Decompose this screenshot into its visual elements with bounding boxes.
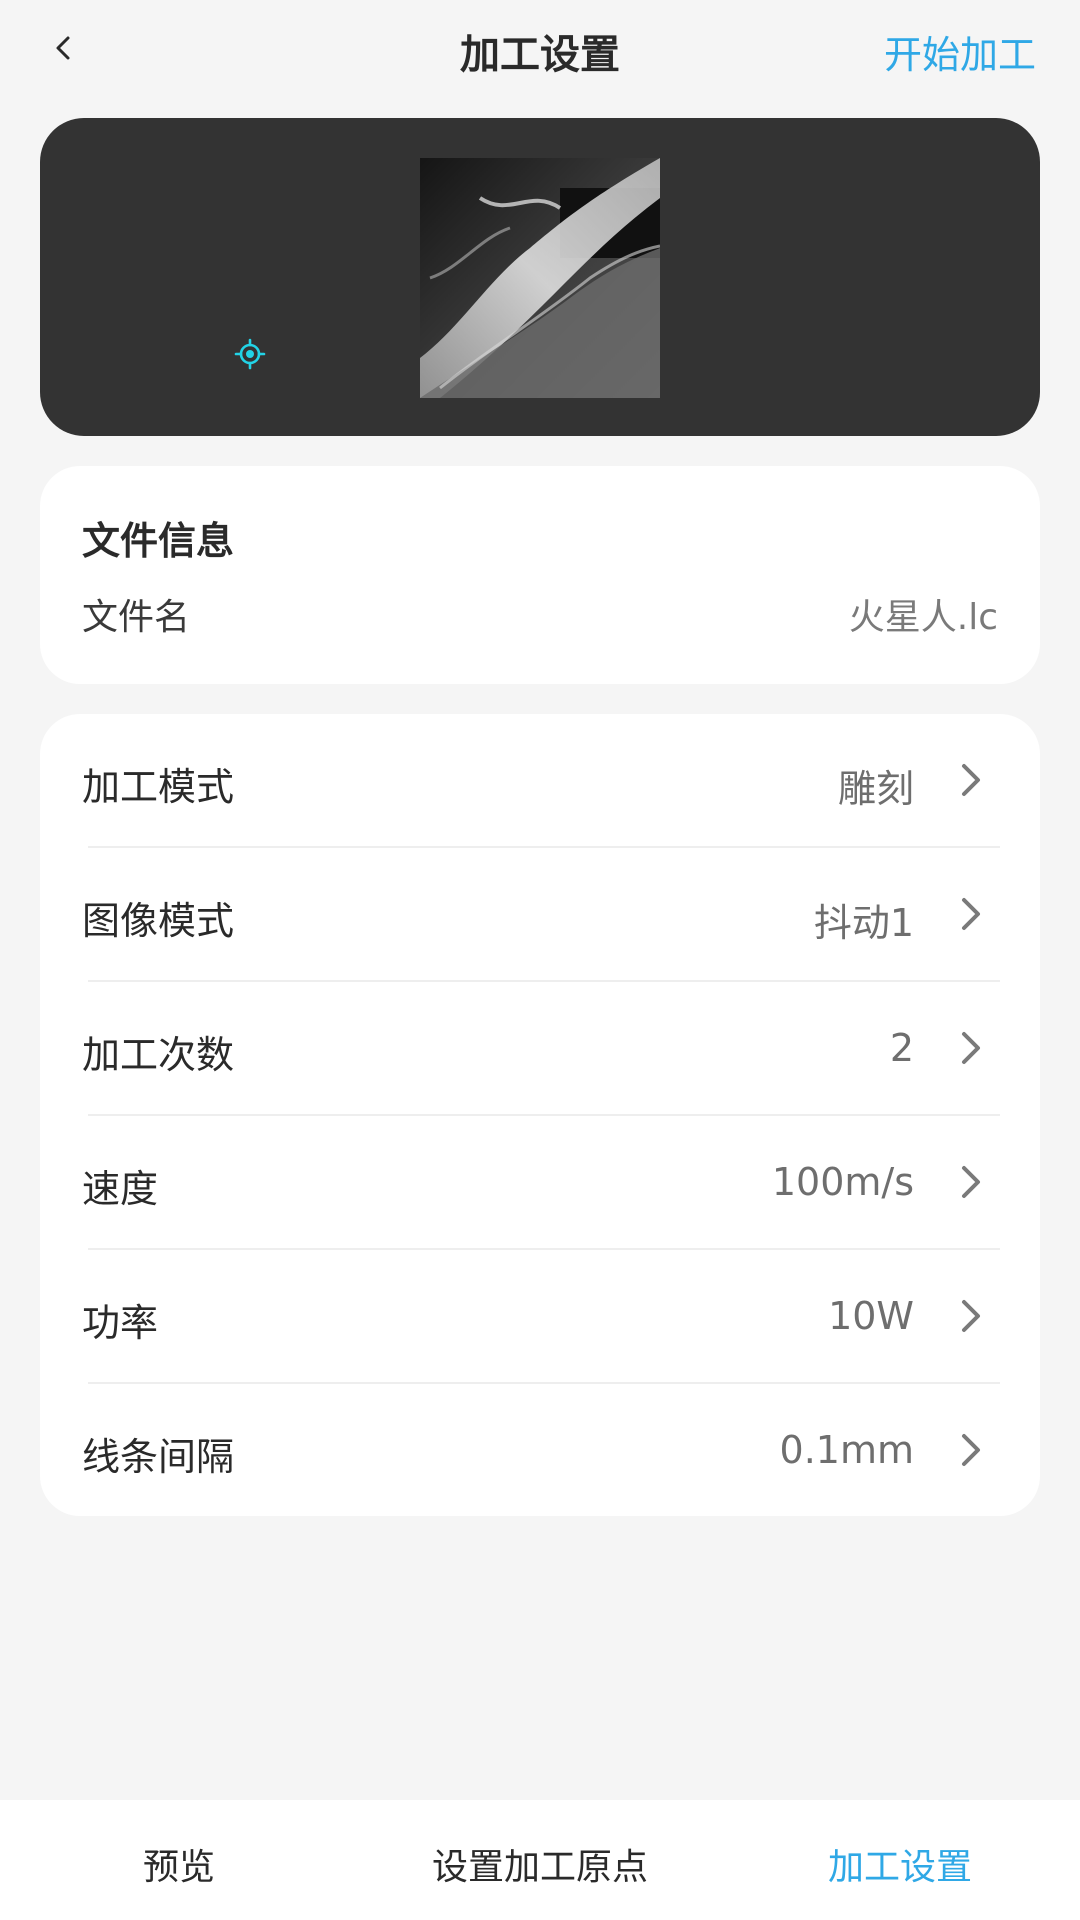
ocean-waves-image <box>420 158 660 398</box>
file-name-value: 火星人.lc <box>848 597 998 638</box>
file-info-card: 文件信息 文件名 火星人.lc <box>40 466 1040 684</box>
chevron-right-icon <box>962 1166 980 1198</box>
setting-value: 2 <box>889 1026 914 1070</box>
header-bar: 加工设置 开始加工 <box>0 0 1080 96</box>
tab-set-origin[interactable]: 设置加工原点 <box>432 1838 648 1890</box>
chevron-right-icon <box>962 1032 980 1064</box>
setting-label: 加工次数 <box>82 1033 235 1077</box>
setting-label: 加工模式 <box>82 765 235 809</box>
setting-label: 功率 <box>82 1301 159 1345</box>
chevron-right-icon <box>962 764 980 796</box>
tab-machining-settings[interactable]: 加工设置 <box>828 1838 972 1890</box>
setting-row-line-interval[interactable]: 线条间隔 0.1mm <box>40 1384 1040 1518</box>
machining-settings-screen: 加工设置 开始加工 文件信息 文件名 火星人.lc 加工模式 雕刻 图像模式 抖… <box>0 0 1080 1920</box>
start-machining-button[interactable]: 开始加工 <box>884 24 1036 79</box>
file-info-title: 文件信息 <box>82 519 235 563</box>
chevron-right-icon <box>962 1434 980 1466</box>
setting-label: 线条间隔 <box>82 1435 235 1479</box>
preview-canvas[interactable] <box>40 118 1040 436</box>
setting-row-mode[interactable]: 加工模式 雕刻 <box>40 714 1040 848</box>
setting-row-power[interactable]: 功率 10W <box>40 1250 1040 1384</box>
setting-label: 图像模式 <box>82 899 235 943</box>
setting-value: 抖动1 <box>813 901 914 945</box>
crosshair-icon[interactable] <box>234 338 266 370</box>
chevron-right-icon <box>962 898 980 930</box>
setting-row-speed[interactable]: 速度 100m/s <box>40 1116 1040 1250</box>
setting-row-image-mode[interactable]: 图像模式 抖动1 <box>40 848 1040 982</box>
setting-label: 速度 <box>82 1167 159 1211</box>
setting-value: 0.1mm <box>779 1428 914 1472</box>
setting-row-passes[interactable]: 加工次数 2 <box>40 982 1040 1116</box>
setting-value: 雕刻 <box>837 767 914 811</box>
preview-image[interactable] <box>420 158 660 398</box>
bottom-tab-bar: 预览 设置加工原点 加工设置 <box>0 1800 1080 1920</box>
setting-value: 100m/s <box>771 1160 914 1204</box>
file-name-label: 文件名 <box>82 597 191 638</box>
setting-value: 10W <box>828 1294 914 1338</box>
chevron-right-icon <box>962 1300 980 1332</box>
tab-preview[interactable]: 预览 <box>143 1838 215 1890</box>
settings-card: 加工模式 雕刻 图像模式 抖动1 加工次数 2 速度 100m/s 功率 10W <box>40 714 1040 1516</box>
